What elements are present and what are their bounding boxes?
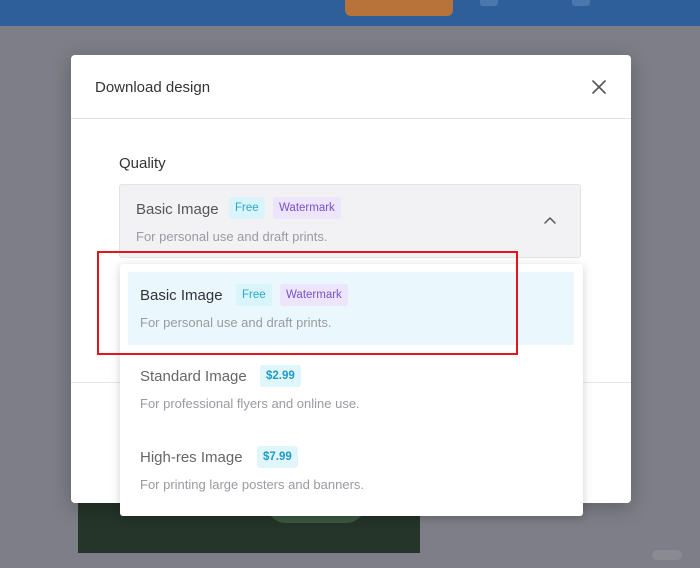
option-title: Basic Image (140, 287, 223, 304)
option-description: For professional flyers and online use. (140, 396, 360, 411)
price-badge: $7.99 (257, 446, 298, 468)
quality-label: Quality (119, 155, 166, 172)
option-description: For personal use and draft prints. (140, 315, 332, 330)
modal-header: Download design (71, 55, 631, 119)
quality-select[interactable]: Basic Image Free Watermark For personal … (119, 184, 581, 258)
select-value-title: Basic Image (136, 201, 219, 218)
watermark-badge: Watermark (280, 284, 348, 306)
watermark-badge: Watermark (273, 197, 341, 219)
select-value-description: For personal use and draft prints. (136, 229, 328, 244)
option-title: High-res Image (140, 449, 243, 466)
option-basic-image[interactable]: Basic Image Free Watermark For personal … (128, 272, 574, 345)
free-badge: Free (236, 284, 272, 306)
close-icon[interactable] (587, 76, 611, 100)
background-toolbar (0, 0, 700, 26)
background-icon (480, 0, 498, 6)
price-badge: $2.99 (260, 365, 301, 387)
quality-dropdown-menu: Basic Image Free Watermark For personal … (120, 264, 583, 516)
option-title: Standard Image (140, 368, 247, 385)
option-standard-image[interactable]: Standard Image $2.99 For professional fl… (128, 353, 574, 426)
background-icon (572, 0, 590, 6)
modal-title: Download design (95, 79, 211, 96)
chevron-up-icon (542, 213, 558, 229)
free-badge: Free (229, 197, 265, 219)
background-share-button (345, 0, 453, 16)
option-high-res-image[interactable]: High-res Image $7.99 For printing large … (128, 434, 574, 507)
option-description: For printing large posters and banners. (140, 477, 365, 492)
background-zoom-control (652, 550, 682, 560)
